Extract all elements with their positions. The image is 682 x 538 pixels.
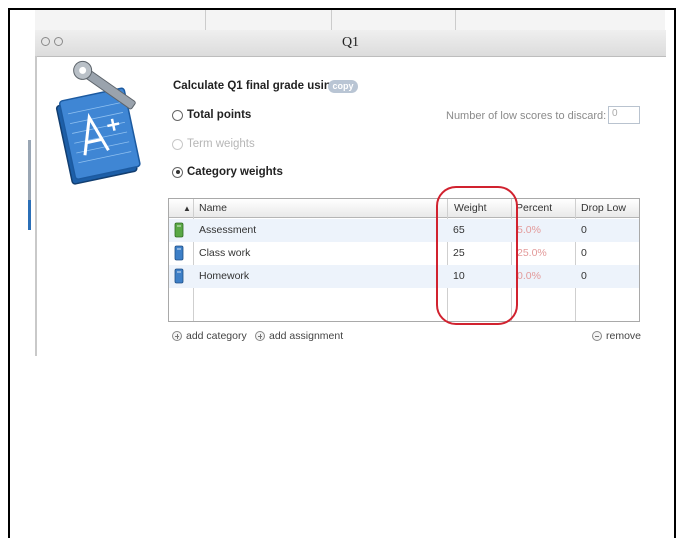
- discard-low-scores-label: Number of low scores to discard:: [446, 110, 607, 122]
- total-points-radio[interactable]: [172, 109, 183, 121]
- category-name: Class work: [199, 247, 251, 259]
- table-row[interactable]: Assessment 65 5.0% 0: [169, 219, 639, 242]
- add-icon: [255, 331, 265, 341]
- category-drop-low[interactable]: 0: [581, 270, 587, 282]
- term-weights-radio: [172, 138, 183, 150]
- option-total-points[interactable]: Total points: [172, 109, 251, 121]
- category-weights-radio[interactable]: [172, 166, 183, 178]
- add-assignment-button[interactable]: add assignment: [255, 330, 343, 342]
- option-category-weights[interactable]: Category weights: [172, 166, 283, 178]
- category-percent: 25.0%: [517, 247, 547, 259]
- remove-label: remove: [606, 330, 642, 342]
- background-strip: [35, 10, 665, 31]
- remove-icon: [592, 331, 602, 341]
- category-name: Assessment: [199, 224, 257, 236]
- add-assignment-label: add assignment: [269, 330, 344, 342]
- discard-low-scores-field[interactable]: 0: [608, 106, 640, 124]
- remove-button[interactable]: remove: [592, 330, 641, 342]
- categories-table: ▲ Name Weight Percent Drop Low Assessmen…: [168, 198, 640, 322]
- column-drop-low[interactable]: Drop Low: [581, 202, 626, 214]
- category-book-icon: [174, 268, 184, 284]
- category-percent: 5.0%: [517, 224, 541, 236]
- category-book-icon: [174, 222, 184, 238]
- category-book-icon: [174, 245, 184, 261]
- table-row-empty: [169, 288, 639, 311]
- category-name: Homework: [199, 270, 250, 282]
- category-percent: 0.0%: [517, 270, 541, 282]
- total-points-label: Total points: [187, 109, 252, 121]
- table-row[interactable]: Class work 25 25.0% 0: [169, 242, 639, 265]
- window-left-border: [35, 56, 37, 356]
- table-header: ▲ Name Weight Percent Drop Low: [169, 199, 639, 218]
- weight-column-highlight-circle: [436, 186, 518, 325]
- background-sidebar-edge: [28, 140, 31, 200]
- sort-arrow-icon[interactable]: ▲: [183, 204, 191, 213]
- category-drop-low[interactable]: 0: [581, 247, 587, 259]
- column-name[interactable]: Name: [199, 202, 227, 214]
- gradebook-app-icon: [55, 60, 141, 185]
- add-category-button[interactable]: add category: [172, 330, 247, 342]
- column-percent[interactable]: Percent: [516, 202, 552, 214]
- category-weights-label: Category weights: [187, 166, 283, 178]
- background-sidebar-selection: [28, 200, 31, 230]
- copy-button[interactable]: copy: [328, 80, 358, 93]
- option-term-weights: Term weights: [172, 138, 255, 150]
- table-row[interactable]: Homework 10 0.0% 0: [169, 265, 639, 288]
- category-drop-low[interactable]: 0: [581, 224, 587, 236]
- add-category-label: add category: [186, 330, 247, 342]
- window-title: Q1: [341, 35, 360, 50]
- calculation-method-label: Calculate Q1 final grade using:: [173, 80, 342, 92]
- window-titlebar: Q1: [35, 30, 666, 57]
- add-icon: [172, 331, 182, 341]
- term-weights-label: Term weights: [187, 138, 255, 150]
